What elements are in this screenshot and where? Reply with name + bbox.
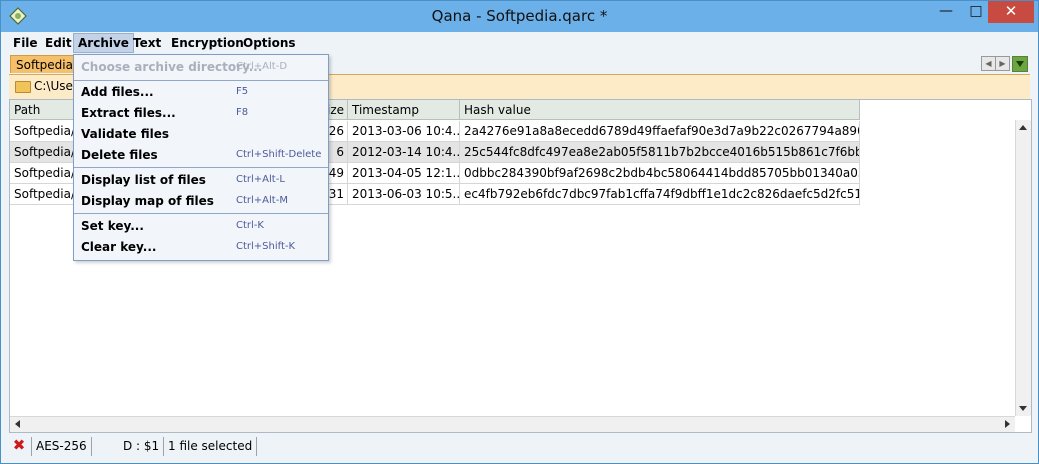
menu-archive[interactable]: Archive	[73, 33, 134, 53]
scroll-up-icon[interactable]	[1019, 125, 1027, 130]
menu-item-validate-files[interactable]: Validate files	[74, 124, 328, 144]
menu-separator	[74, 80, 328, 81]
status-cipher: AES-256	[31, 437, 92, 456]
menu-options-label: Options	[243, 36, 296, 50]
menu-file-label: File	[13, 36, 38, 50]
menu-item-add-files[interactable]: Add files... F5	[74, 82, 328, 102]
cell-timestamp: 2013-04-05 12:1...	[348, 163, 460, 184]
menu-item-display-list-of-files[interactable]: Display list of files Ctrl+Alt-L	[74, 170, 328, 190]
status-selection: 1 file selected	[164, 437, 258, 456]
menu-item-delete-files[interactable]: Delete files Ctrl+Shift-Delete	[74, 145, 328, 165]
menu-edit[interactable]: Edit	[41, 34, 76, 52]
vertical-scrollbar[interactable]	[1015, 120, 1031, 416]
error-icon[interactable]: ✖	[12, 438, 26, 453]
cell-hash: ec4fb792eb6fdc7dbc97fab1cffa74f9dbff1e1d…	[460, 184, 860, 205]
menu-item-extract-files[interactable]: Extract files... F8	[74, 103, 328, 123]
minimize-button[interactable]: —	[931, 1, 961, 23]
folder-icon[interactable]	[15, 81, 31, 93]
menu-text[interactable]: Text	[129, 34, 165, 52]
archive-menu-dropdown: Choose archive directory... Ctrl+Alt-D A…	[73, 54, 329, 261]
menu-item-shortcut: Ctrl+Alt-D	[236, 61, 288, 72]
menu-item-choose-archive-directory: Choose archive directory... Ctrl+Alt-D	[74, 57, 328, 77]
menu-item-label: Delete files	[81, 148, 158, 162]
menu-item-display-map-of-files[interactable]: Display map of files Ctrl+Alt-M	[74, 191, 328, 211]
tab-scroll-right-button[interactable]: ▶	[995, 56, 1010, 71]
menu-item-shortcut: Ctrl+Shift-K	[236, 241, 296, 252]
menu-archive-label: Archive	[78, 36, 129, 50]
tab-list-dropdown-icon[interactable]	[1012, 56, 1028, 72]
cell-hash: 2a4276e91a8a8ecedd6789d49ffaefaf90e3d7a9…	[460, 121, 860, 142]
cell-timestamp: 2012-03-14 10:4...	[348, 142, 460, 163]
maximize-button[interactable]: □	[961, 1, 991, 23]
menu-item-label: Set key...	[81, 219, 144, 233]
menu-encryption-label: Encryption	[171, 36, 244, 50]
close-button[interactable]: ✕	[988, 1, 1034, 23]
menu-item-set-key[interactable]: Set key... Ctrl-K	[74, 216, 328, 236]
tab-scroll-left-button[interactable]: ◀	[981, 56, 996, 71]
column-header-timestamp[interactable]: Timestamp	[348, 100, 460, 120]
cell-hash: 0dbbc284390bf9af2698c2bdb4bc58064414bdd8…	[460, 163, 860, 184]
menu-item-label: Clear key...	[81, 240, 157, 254]
menu-item-shortcut: Ctrl+Shift-Delete	[236, 149, 322, 160]
menu-item-shortcut: Ctrl+Alt-L	[236, 174, 285, 185]
scroll-left-icon[interactable]	[15, 420, 20, 428]
menu-item-label: Display list of files	[81, 173, 206, 187]
cell-timestamp: 2013-03-06 10:4...	[348, 121, 460, 142]
menu-item-clear-key[interactable]: Clear key... Ctrl+Shift-K	[74, 237, 328, 257]
cell-timestamp: 2013-06-03 10:5...	[348, 184, 460, 205]
menu-bar: File Edit Archive Text Encryption Option…	[1, 32, 1038, 53]
menu-item-shortcut: F5	[236, 86, 249, 97]
menu-separator	[74, 167, 328, 168]
menu-encryption[interactable]: Encryption	[167, 34, 248, 52]
horizontal-scrollbar[interactable]	[10, 416, 1015, 432]
menu-item-label: Extract files...	[81, 106, 176, 120]
menu-item-label: Display map of files	[81, 194, 214, 208]
menu-separator	[74, 213, 328, 214]
menu-file[interactable]: File	[9, 34, 42, 52]
status-bar: ✖ AES-256 D : $1 1 file selected	[9, 435, 1030, 457]
menu-item-label: Validate files	[81, 127, 169, 141]
menu-item-shortcut: Ctrl-K	[236, 220, 264, 231]
title-bar[interactable]: Qana - Softpedia.qarc * — □ ✕	[1, 1, 1038, 32]
archive-path-text: C:\Use	[34, 79, 73, 93]
menu-text-label: Text	[133, 36, 162, 50]
menu-item-shortcut: Ctrl+Alt-M	[236, 195, 288, 206]
menu-edit-label: Edit	[45, 36, 72, 50]
column-header-hash[interactable]: Hash value	[460, 100, 860, 120]
status-drive: D : $1	[119, 437, 165, 456]
cell-hash: 25c544fc8dfc497ea8e2ab05f5811b7b2bcce401…	[460, 142, 860, 163]
window-title: Qana - Softpedia.qarc *	[431, 7, 608, 25]
scroll-right-icon[interactable]	[1005, 420, 1010, 428]
app-window: Qana - Softpedia.qarc * — □ ✕ File Edit …	[0, 0, 1039, 464]
menu-options[interactable]: Options	[239, 34, 300, 52]
scroll-down-icon[interactable]	[1019, 406, 1027, 411]
menu-item-shortcut: F8	[236, 107, 249, 118]
menu-item-label: Add files...	[81, 85, 154, 99]
